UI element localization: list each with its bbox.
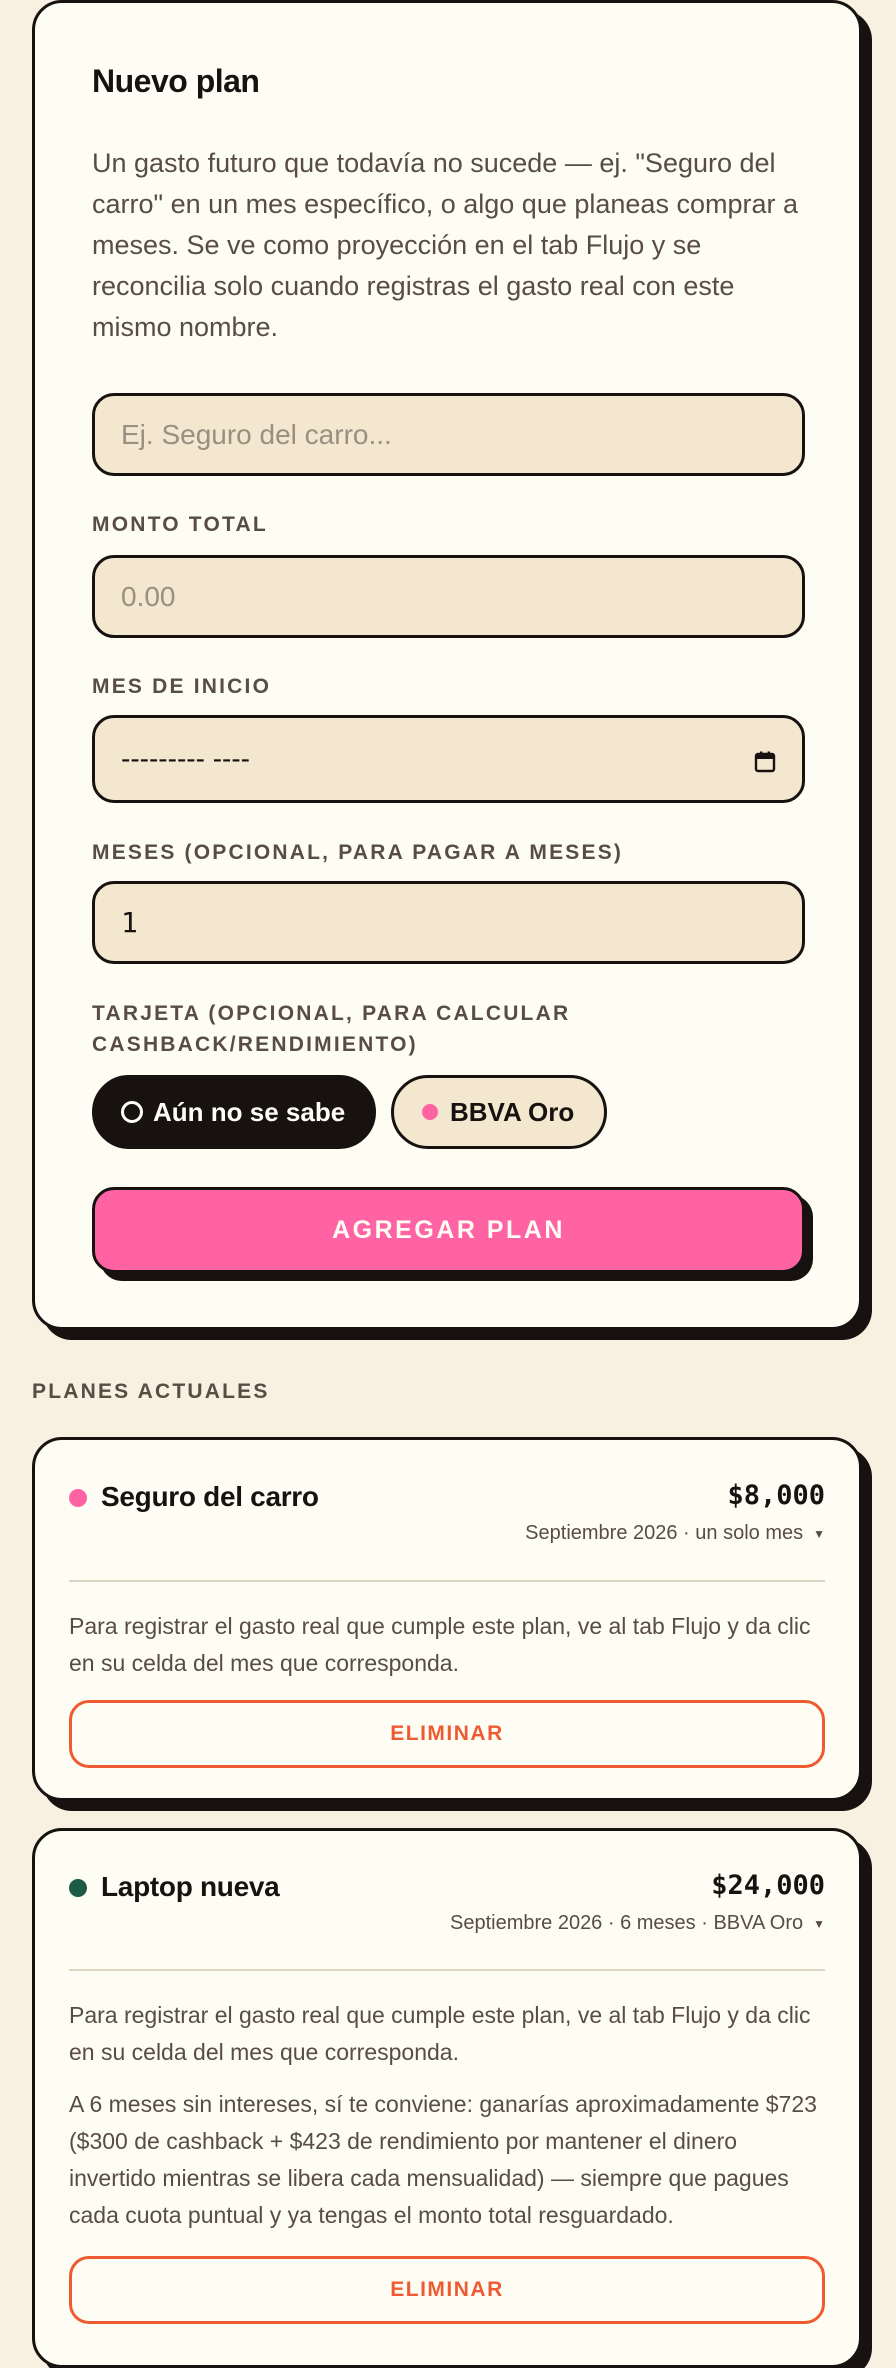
caret-down-icon: ▼ — [813, 1916, 825, 1931]
plan-divider — [69, 1580, 825, 1582]
calendar-icon[interactable] — [754, 748, 776, 773]
card-option-unknown[interactable]: Aún no se sabe — [92, 1075, 376, 1149]
plan-name-input[interactable]: Ej. Seguro del carro... — [92, 393, 805, 476]
months-input[interactable]: 1 — [92, 881, 805, 964]
months-value: 1 — [121, 906, 138, 939]
amount-input[interactable]: 0.00 — [92, 555, 805, 638]
delete-plan-button[interactable]: ELIMINAR — [69, 1700, 825, 1768]
plan-color-dot-icon — [69, 1879, 87, 1897]
plan-card: Laptop nueva $24,000 Septiembre 2026 · 6… — [32, 1828, 862, 2368]
plan-name: Seguro del carro — [101, 1481, 319, 1512]
radio-ring-icon — [121, 1101, 143, 1123]
amount-label: MONTO TOTAL — [92, 513, 268, 536]
start-month-input[interactable]: --------- ---- — [92, 715, 805, 803]
plan-name: Laptop nueva — [101, 1871, 280, 1902]
plan-note: Para registrar el gasto real que cumple … — [69, 1613, 811, 1676]
card-option-bbva-oro-label: BBVA Oro — [450, 1096, 575, 1127]
add-plan-button[interactable]: AGREGAR PLAN — [92, 1187, 805, 1273]
form-description: Un gasto futuro que todavía no sucede — … — [92, 148, 798, 342]
plan-meta-toggle[interactable]: Septiembre 2026 · un solo mes ▼ — [525, 1522, 825, 1545]
plan-advice: A 6 meses sin intereses, sí te conviene:… — [69, 2091, 817, 2228]
new-plan-card: Nuevo plan Un gasto futuro que todavía n… — [32, 0, 862, 1330]
amount-placeholder: 0.00 — [121, 580, 176, 612]
card-option-unknown-label: Aún no se sabe — [153, 1096, 346, 1127]
delete-plan-button[interactable]: ELIMINAR — [69, 2256, 825, 2324]
card-label: TARJETA (OPCIONAL, PARA CALCULAR CASHBAC… — [92, 1002, 571, 1056]
start-month-label: MES DE INICIO — [92, 675, 272, 698]
plan-meta: Septiembre 2026 · 6 meses · BBVA Oro — [449, 1912, 804, 1934]
plan-amount: $8,000 — [727, 1480, 825, 1511]
plan-name-placeholder: Ej. Seguro del carro... — [121, 418, 392, 450]
card-color-dot-icon — [422, 1104, 438, 1120]
form-title: Nuevo plan — [92, 63, 260, 99]
card-option-bbva-oro[interactable]: BBVA Oro — [391, 1075, 607, 1149]
plan-amount: $24,000 — [711, 1870, 825, 1901]
caret-down-icon: ▼ — [813, 1526, 825, 1541]
plan-card: Seguro del carro $8,000 Septiembre 2026 … — [32, 1437, 862, 1801]
plan-meta-toggle[interactable]: Septiembre 2026 · 6 meses · BBVA Oro ▼ — [450, 1912, 825, 1935]
current-plans-title: PLANES ACTUALES — [32, 1380, 270, 1403]
plan-note: Para registrar el gasto real que cumple … — [69, 2002, 811, 2065]
plan-meta: Septiembre 2026 · un solo mes — [525, 1522, 804, 1544]
plan-divider — [69, 1969, 825, 1971]
months-label: MESES (OPCIONAL, PARA PAGAR A MESES) — [92, 841, 624, 864]
plan-color-dot-icon — [69, 1489, 87, 1507]
start-month-value: --------- ---- — [121, 743, 250, 774]
